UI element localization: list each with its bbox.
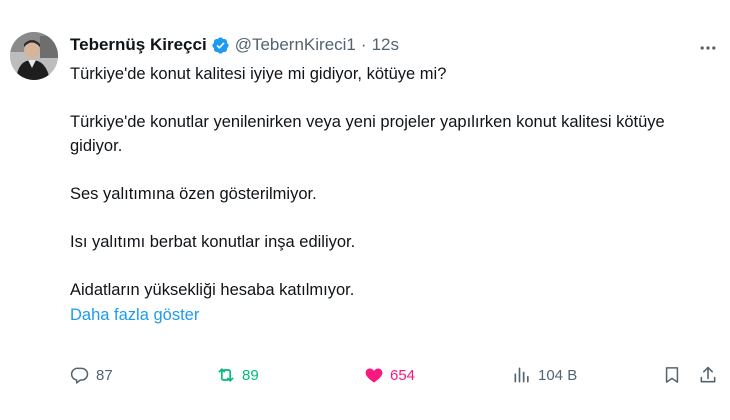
reply-icon <box>70 367 89 384</box>
show-more-link[interactable]: Daha fazla göster <box>70 303 718 327</box>
author-handle[interactable]: @TebernKireci1 <box>235 35 356 55</box>
tweet-actions: 87 89 654 104 B <box>70 362 720 388</box>
tweet-timestamp[interactable]: 12s <box>372 35 399 55</box>
verified-badge-icon <box>211 36 230 55</box>
reply-button[interactable]: 87 <box>70 365 113 385</box>
bookmark-button[interactable] <box>662 365 682 385</box>
tweet-paragraph: Türkiye'de konut kalitesi iyiye mi gidiy… <box>70 65 447 83</box>
like-count: 654 <box>390 366 416 384</box>
tweet-content: Tebernüş Kireçci @TebernKireci1 · 12s Tü… <box>70 32 718 327</box>
more-dots-icon[interactable] <box>696 36 720 60</box>
author-name[interactable]: Tebernüş Kireçci <box>70 35 207 55</box>
views-button[interactable]: 104 B <box>512 365 577 385</box>
heart-icon <box>365 368 383 383</box>
share-button[interactable] <box>698 365 718 385</box>
share-icon <box>700 366 716 383</box>
reply-count: 87 <box>96 366 113 384</box>
bookmark-icon <box>665 367 679 383</box>
separator-dot: · <box>360 35 367 54</box>
views-count: 104 B <box>538 366 578 384</box>
tweet-paragraph: Isı yalıtımı berbat konutlar inşa ediliy… <box>70 233 356 251</box>
tweet-paragraph: Türkiye'de konutlar yenilenirken veya ye… <box>70 113 665 155</box>
tweet-text: Türkiye'de konut kalitesi iyiye mi gidiy… <box>70 62 718 302</box>
avatar-image <box>10 32 58 80</box>
retweet-count: 89 <box>242 366 259 384</box>
tweet-card[interactable]: Tebernüş Kireçci @TebernKireci1 · 12s Tü… <box>0 0 730 420</box>
like-button[interactable]: 654 <box>364 365 415 385</box>
avatar[interactable] <box>10 32 58 80</box>
tweet-header: Tebernüş Kireçci @TebernKireci1 · 12s <box>70 32 718 58</box>
views-icon <box>514 367 529 383</box>
tweet-paragraph: Aidatların yüksekliği hesaba katılmıyor. <box>70 281 355 299</box>
tweet-paragraph: Ses yalıtımına özen gösterilmiyor. <box>70 185 317 203</box>
retweet-button[interactable]: 89 <box>216 365 259 385</box>
retweet-icon <box>218 368 234 382</box>
